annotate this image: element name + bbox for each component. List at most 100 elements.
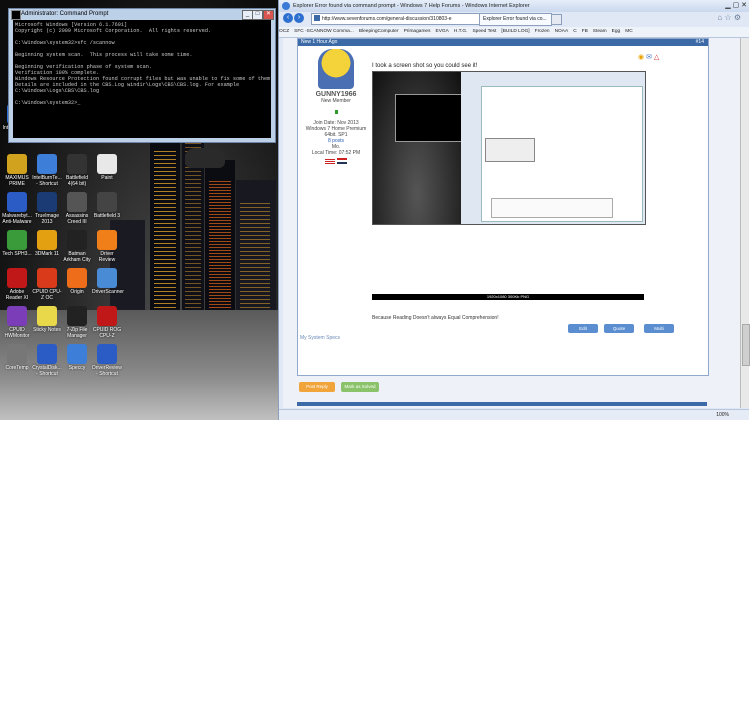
favorite-link[interactable]: EVGA xyxy=(436,29,449,34)
close-button[interactable]: ✕ xyxy=(263,10,274,20)
desktop-icon[interactable]: Tech SPH3... xyxy=(2,230,32,257)
edit-button[interactable]: Edit xyxy=(568,324,598,333)
app-icon xyxy=(7,230,27,250)
link-icon[interactable]: ✉ xyxy=(646,54,652,61)
desktop-icon[interactable]: TrueImage 2013 xyxy=(32,192,62,225)
desktop-icon-label: Malwarebyt... Anti-Malware xyxy=(2,213,32,225)
desktop-icon[interactable]: Batman Arkham City xyxy=(62,230,92,263)
window-controls[interactable]: ▁ ▢ ✕ xyxy=(725,1,747,9)
desktop-icon[interactable]: CoreTemp xyxy=(2,344,32,371)
helicopter-graphic xyxy=(185,148,225,168)
app-icon xyxy=(67,230,87,250)
desktop-icon[interactable]: Sticky Notes xyxy=(32,306,62,333)
thumb-dialog xyxy=(485,138,535,162)
app-icon xyxy=(7,344,27,364)
scrollbar-thumb[interactable] xyxy=(742,324,750,366)
desktop-icon[interactable]: Battlefield 4(64 bit) xyxy=(62,154,92,187)
post-number[interactable]: #14 xyxy=(696,39,704,46)
forward-button[interactable]: › xyxy=(294,13,304,23)
app-icon xyxy=(7,154,27,174)
desktop-icon[interactable]: Speccy xyxy=(62,344,92,371)
favorite-link[interactable]: H.T.G. xyxy=(454,29,468,34)
user-panel: GUNNY1966 New Member Join Date: Nov 2013… xyxy=(302,49,370,166)
app-icon xyxy=(97,306,117,326)
back-button[interactable]: ‹ xyxy=(283,13,293,23)
desktop-icon-label: Tech SPH3... xyxy=(2,251,32,257)
desktop-icon[interactable]: 7-Zip File Manager xyxy=(62,306,92,339)
favorite-link[interactable]: Steam xyxy=(593,29,607,34)
command-prompt-window[interactable]: Administrator: Command Prompt _ □ ✕ Micr… xyxy=(8,8,276,143)
desktop-icon-label: Sticky Notes xyxy=(33,327,61,333)
desktop-icon-label: Speccy xyxy=(68,365,86,371)
desktop-icon-label: MAXIMUS PRIME xyxy=(5,175,29,187)
favorite-link[interactable]: BleepingComputer xyxy=(359,29,399,34)
favorite-link[interactable]: SFC -SCANNOW Comma... xyxy=(294,29,354,34)
desktop-icon[interactable]: CPUID HWMonitor xyxy=(2,306,32,339)
favorite-link[interactable]: Speed Test xyxy=(472,29,496,34)
multi-quote-button[interactable]: Multi xyxy=(644,324,674,333)
page-scrollbar[interactable] xyxy=(740,38,750,408)
desktop-icon[interactable]: DriverReview - Shortcut xyxy=(92,344,122,377)
maximize-button[interactable]: □ xyxy=(252,10,263,20)
favorite-link[interactable]: FB xyxy=(582,29,588,34)
cmd-console-output[interactable]: Microsoft Windows [Version 6.1.7601] Copy… xyxy=(13,20,271,138)
site-favicon-icon xyxy=(314,15,320,21)
app-icon xyxy=(7,192,27,212)
post-signature: Because Reading Doesn't always Equal Com… xyxy=(372,315,499,321)
desktop-icon-label: 3DMark 11 xyxy=(34,251,60,257)
quote-button[interactable]: Quote xyxy=(604,324,634,333)
favorites-bar: OCZ SFC -SCANNOW Comma... BleepingComputer… xyxy=(279,27,749,38)
forum-post: New 1 Hour Ago #14 GUNNY1966 New Member … xyxy=(297,38,709,376)
address-input[interactable]: http://www.sevenforums.com/general-discu… xyxy=(311,13,488,25)
desktop-icon[interactable]: Assassins Creed III xyxy=(62,192,92,225)
desktop-icon[interactable]: CPUID ROG CPU-Z xyxy=(92,306,122,339)
attached-screenshot[interactable] xyxy=(372,71,646,225)
username[interactable]: GUNNY1966 xyxy=(302,91,370,98)
desktop-icon[interactable]: Adobe Reader XI xyxy=(2,268,32,301)
favorite-link[interactable]: Frozen xyxy=(535,29,550,34)
desktop-icon[interactable]: Driver Review xyxy=(92,230,122,263)
favorite-link[interactable]: C xyxy=(573,29,576,34)
browser-window[interactable]: Explorer Error found via command prompt … xyxy=(278,0,750,420)
desktop-icon[interactable]: IntelBurnTe... - Shortcut xyxy=(32,154,62,187)
warning-icon[interactable]: ◉ xyxy=(638,54,644,61)
active-tab[interactable]: Explorer Error found via co... xyxy=(479,13,552,26)
desktop-icon-label: Paint xyxy=(101,175,113,181)
post-icons[interactable]: ◉ ✉ △ xyxy=(638,53,659,61)
us-flag-icon xyxy=(325,158,336,164)
desktop-icon[interactable]: CPUID CPU-Z OC xyxy=(32,268,62,301)
desktop-icon[interactable]: DriverScanner xyxy=(92,268,124,295)
desktop-icon[interactable]: CrystalDisk... - Shortcut xyxy=(32,344,62,377)
app-icon xyxy=(97,230,117,250)
new-tab-button[interactable] xyxy=(551,14,562,25)
system-specs-link[interactable]: My System Specs xyxy=(300,335,340,341)
favorite-link[interactable]: OCZ xyxy=(279,29,289,34)
flag-icons xyxy=(302,158,370,166)
desktop-icon[interactable]: Paint xyxy=(92,154,122,181)
favorite-link[interactable]: NOAA xyxy=(555,29,569,34)
desktop-icon[interactable]: Malwarebyt... Anti-Malware xyxy=(2,192,32,225)
page-content: New 1 Hour Ago #14 GUNNY1966 New Member … xyxy=(283,38,743,408)
mark-solved-button[interactable]: Mark as Solved xyxy=(341,382,379,392)
zoom-level[interactable]: 100% xyxy=(716,412,729,418)
thumb-editor xyxy=(491,198,613,218)
app-icon xyxy=(37,192,57,212)
desktop-icon-label: Origin xyxy=(70,289,84,295)
favorite-link[interactable]: [BUILD LOG] xyxy=(501,29,529,34)
post-reply-button[interactable]: Post Reply xyxy=(299,382,335,392)
next-section-header xyxy=(297,402,707,406)
desktop-icon-label: CPUID HWMonitor xyxy=(4,327,30,339)
desktop-icon[interactable]: MAXIMUS PRIME xyxy=(2,154,32,187)
report-icon[interactable]: △ xyxy=(654,54,659,61)
post-header: New 1 Hour Ago #14 xyxy=(298,39,708,46)
favorite-link[interactable]: Egg xyxy=(612,29,621,34)
desktop-icon-label: CPUID ROG CPU-Z xyxy=(92,327,122,339)
building-lights xyxy=(154,150,176,320)
favorite-link[interactable]: MC xyxy=(625,29,632,34)
avatar[interactable] xyxy=(318,49,354,89)
desktop-icon[interactable]: Battlefield 3 xyxy=(92,192,122,219)
favorite-link[interactable]: Primagames xyxy=(404,29,431,34)
home-star-gear-icons[interactable]: ⌂ ☆ ⚙ xyxy=(717,13,741,22)
desktop-icon[interactable]: Origin xyxy=(62,268,92,295)
desktop-icon[interactable]: 3DMark 11 xyxy=(32,230,62,257)
